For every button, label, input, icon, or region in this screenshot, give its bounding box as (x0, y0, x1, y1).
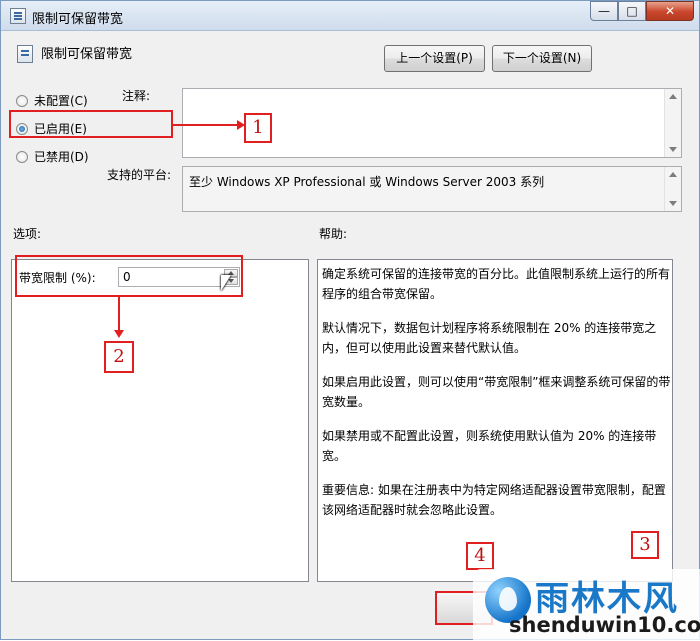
scroll-up-icon[interactable] (669, 172, 677, 177)
help-paragraph: 确定系统可保留的连接带宽的百分比。此值限制系统上运行的所有程序的组合带宽保留。 (322, 267, 671, 301)
options-panel: 带宽限制 (%): 0 (11, 259, 309, 582)
platform-label: 支持的平台: (107, 168, 172, 182)
radio-label: 未配置(C) (34, 94, 88, 108)
close-button[interactable]: ✕ (646, 1, 694, 21)
annotation-arrow-line (118, 297, 120, 331)
annotation-label-4: 4 (466, 542, 494, 570)
platform-scrollbar[interactable] (664, 167, 681, 211)
annotation-highlight-bandwidth (15, 255, 243, 297)
previous-setting-button[interactable]: 上一个设置(P) (384, 45, 485, 72)
help-paragraph: 如果启用此设置，则可以使用“带宽限制”框来调整系统可保留的带宽数量。 (322, 375, 671, 409)
setting-icon (17, 45, 33, 63)
scroll-up-icon[interactable] (669, 94, 677, 99)
options-header: 选项: (13, 227, 42, 241)
help-paragraph: 如果禁用或不配置此设置，则系统使用默认值为 20% 的连接带宽。 (322, 429, 657, 463)
annotation-label-1: 1 (244, 113, 272, 143)
help-text: 确定系统可保留的连接带宽的百分比。此值限制系统上运行的所有程序的组合带宽保留。 … (322, 264, 672, 520)
radio-button[interactable] (16, 94, 28, 107)
comment-label: 注释: (122, 89, 151, 103)
maximize-button[interactable]: □ (618, 1, 646, 21)
scroll-down-icon[interactable] (669, 147, 677, 152)
annotation-arrowhead (114, 330, 124, 338)
title-bar[interactable]: 限制可保留带宽 — □ ✕ (1, 1, 699, 31)
radio-label: 已禁用(D) (34, 150, 89, 164)
help-header: 帮助: (319, 227, 348, 241)
annotation-label-3: 3 (631, 531, 659, 559)
next-setting-button[interactable]: 下一个设置(N) (492, 45, 592, 72)
annotation-label-2: 2 (104, 341, 134, 373)
help-paragraph: 默认情况下，数据包计划程序将系统限制在 20% 的连接带宽之内，但可以使用此设置… (322, 321, 657, 355)
radio-button[interactable] (16, 150, 28, 163)
annotation-highlight-enabled (9, 110, 173, 138)
platform-textbox: 至少 Windows XP Professional 或 Windows Ser… (182, 166, 682, 212)
window-title: 限制可保留带宽 (32, 12, 124, 27)
policy-dialog-window: 限制可保留带宽 — □ ✕ 限制可保留带宽 上一个设置(P) 下一个设置(N) … (0, 0, 700, 641)
minimize-button[interactable]: — (590, 1, 618, 21)
platform-value: 至少 Windows XP Professional 或 Windows Ser… (189, 175, 545, 189)
watermark-url: shenduwin10.com (509, 613, 700, 637)
watermark-logo: 雨林木风 shenduwin10.com (473, 569, 700, 641)
help-paragraph: 重要信息: 如果在注册表中为特定网络适配器设置带宽限制，配置该网络适配器时就会忽… (322, 483, 666, 517)
setting-title: 限制可保留带宽 (41, 47, 133, 62)
radio-not-configured[interactable]: 未配置(C) (16, 92, 88, 109)
comment-scrollbar[interactable] (664, 89, 681, 157)
help-panel: 确定系统可保留的连接带宽的百分比。此值限制系统上运行的所有程序的组合带宽保留。 … (317, 259, 673, 582)
scroll-down-icon[interactable] (669, 201, 677, 206)
radio-disabled[interactable]: 已禁用(D) (16, 148, 89, 165)
annotation-arrow-line (173, 124, 239, 126)
policy-setting-icon (10, 8, 26, 24)
